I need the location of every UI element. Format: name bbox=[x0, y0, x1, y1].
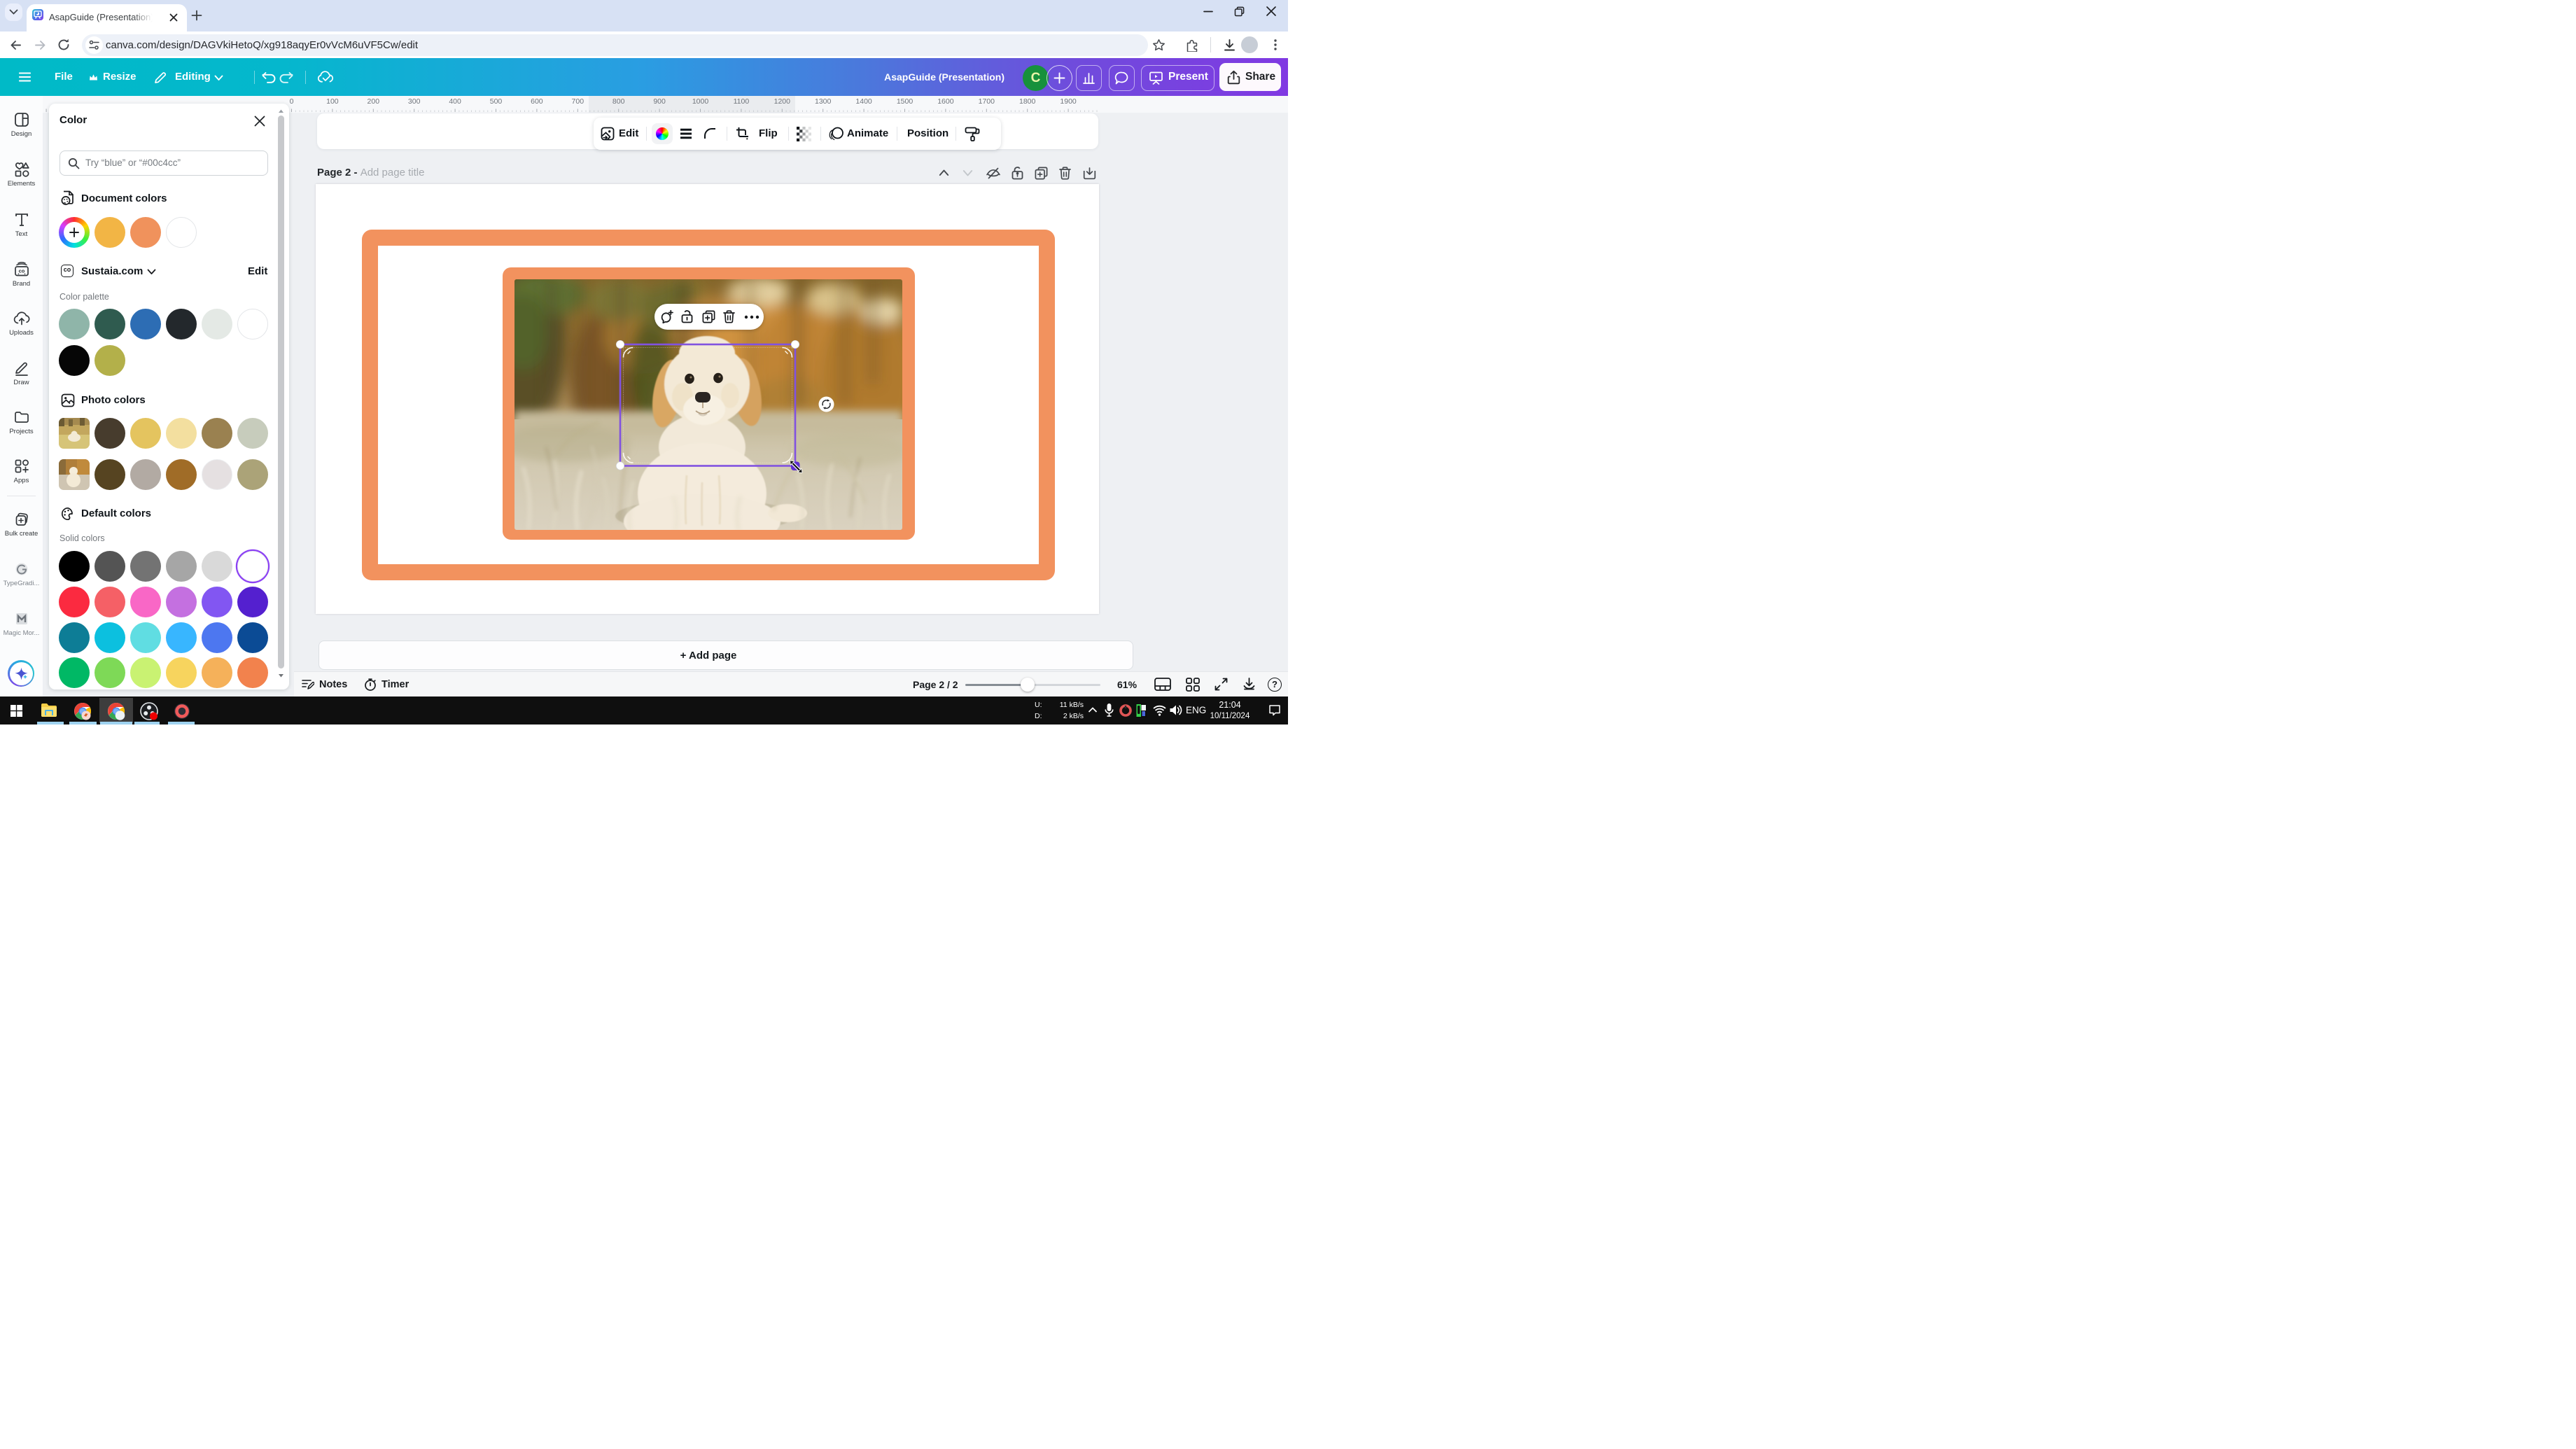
svg-text:co: co bbox=[18, 268, 24, 274]
